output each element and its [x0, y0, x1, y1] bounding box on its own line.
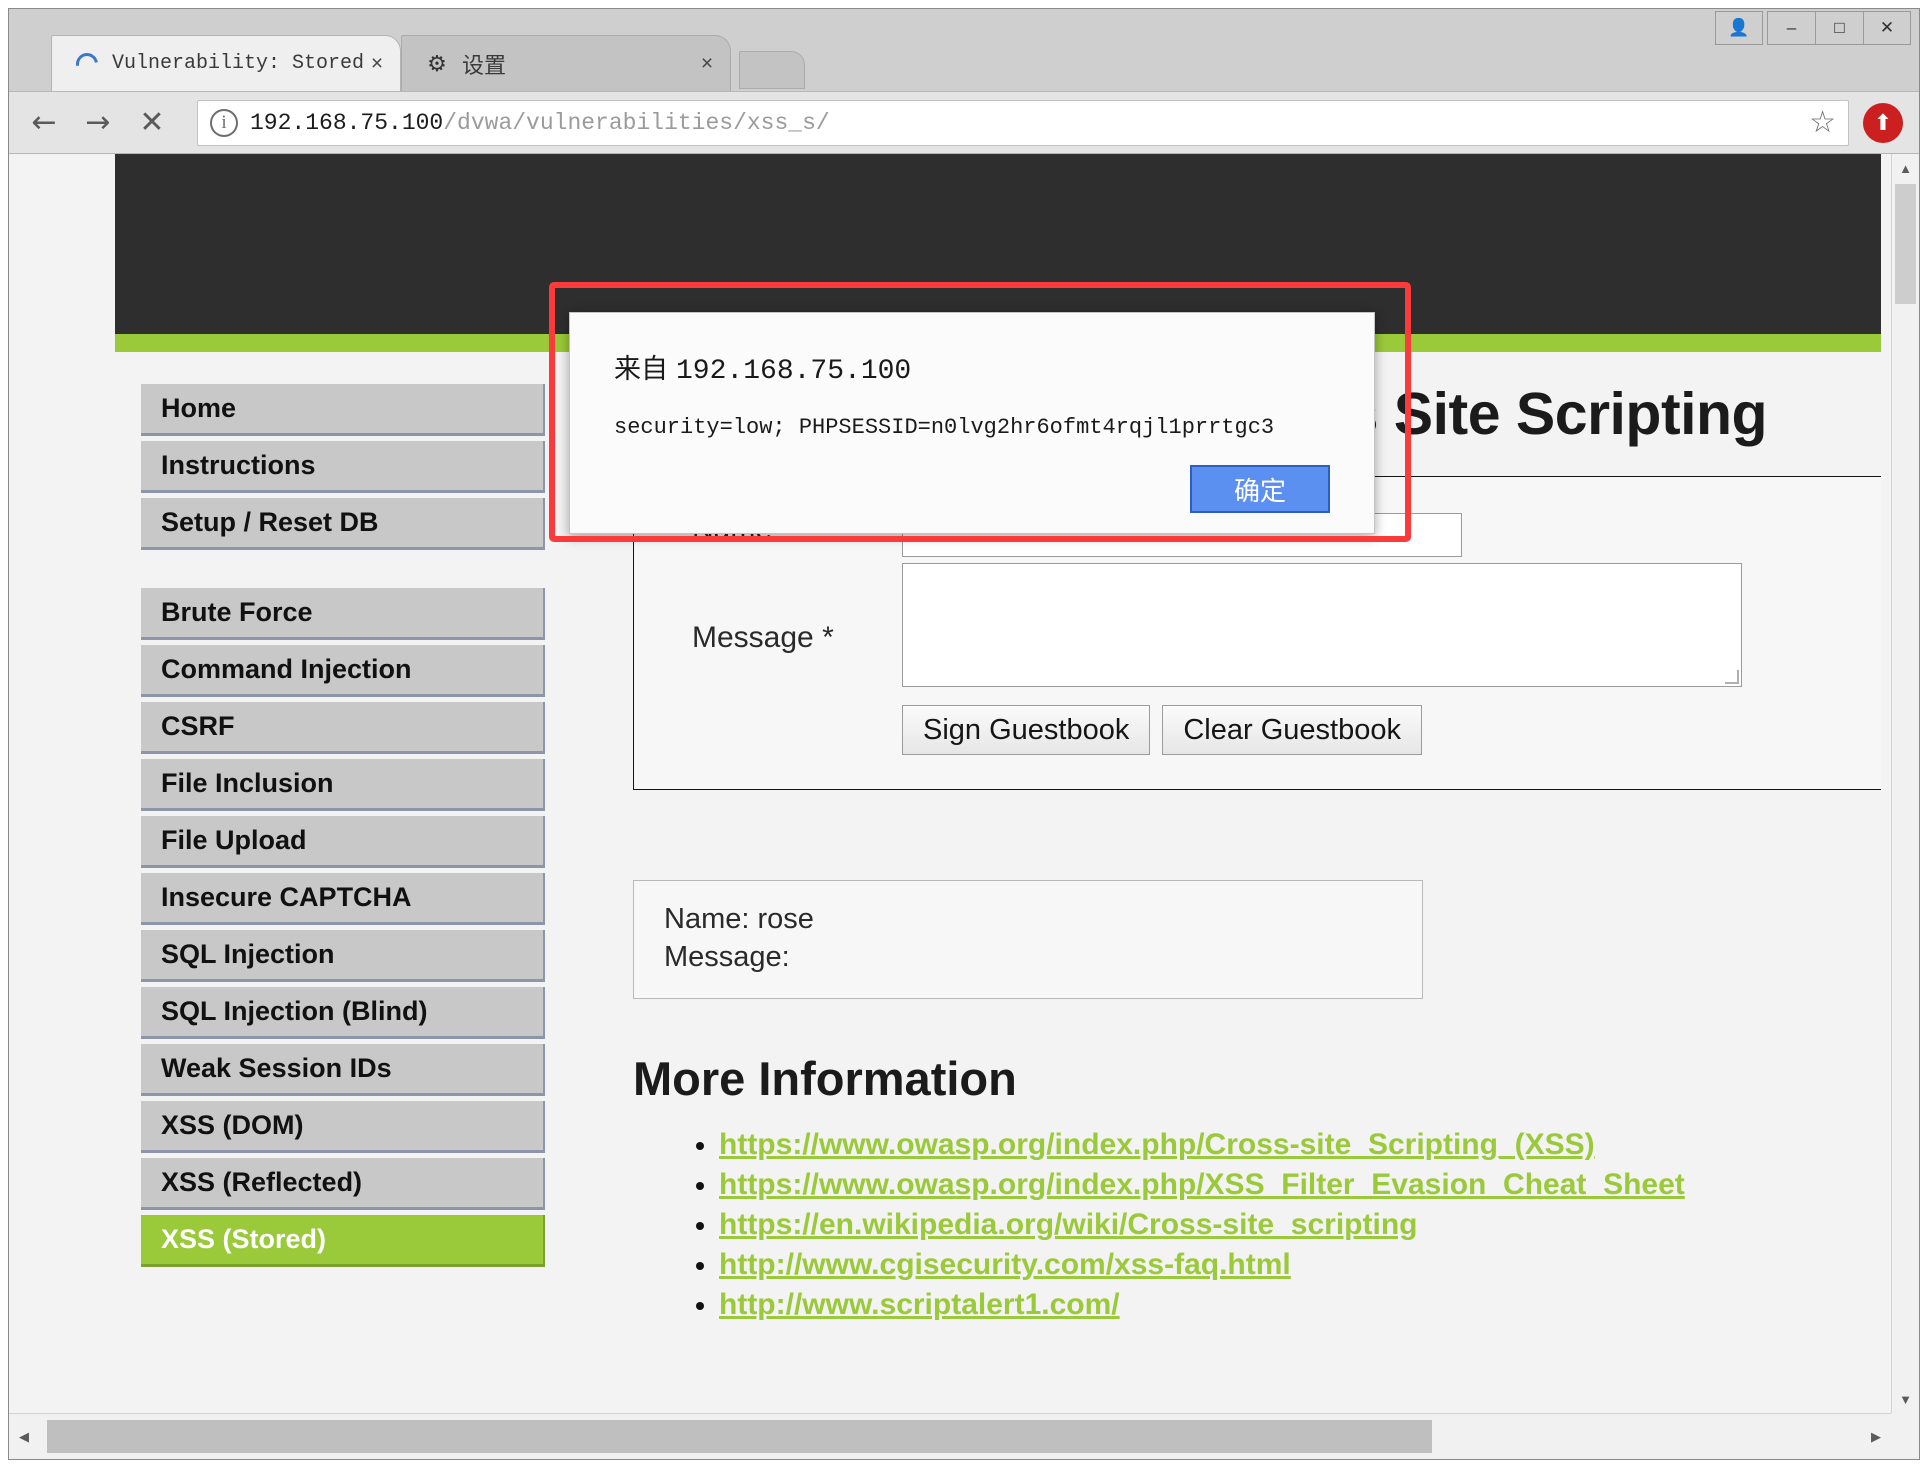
sidebar-item-xss-stored[interactable]: XSS (Stored)	[141, 1215, 545, 1267]
profile-icon[interactable]: 👤	[1715, 11, 1763, 45]
list-item: https://en.wikipedia.org/wiki/Cross-site…	[719, 1208, 1875, 1242]
minimize-icon[interactable]: –	[1767, 11, 1815, 45]
site-header-banner	[115, 154, 1881, 334]
sidebar-item-label: CSRF	[161, 711, 235, 742]
sidebar-item-label: SQL Injection (Blind)	[161, 996, 428, 1027]
scroll-down-icon[interactable]: ▼	[1892, 1385, 1919, 1413]
sidebar-item-label: Insecure CAPTCHA	[161, 882, 412, 913]
tab-title: 设置	[462, 48, 694, 80]
dialog-origin-line: 来自 192.168.75.100	[614, 347, 1330, 387]
gear-icon: ⚙	[424, 51, 450, 77]
tab-strip: Vulnerability: Stored × ⚙ 设置 × 👤 – □ ✕	[9, 9, 1919, 91]
sidebar-group-general: Home Instructions Setup / Reset DB	[141, 384, 545, 550]
page-viewport: Home Instructions Setup / Reset DB	[9, 153, 1919, 1459]
close-icon[interactable]: ×	[694, 51, 720, 77]
guestbook-entry-message: Message:	[664, 939, 1396, 977]
upload-arrow-icon: ⬆	[1863, 103, 1903, 143]
new-tab-button[interactable]	[739, 51, 805, 89]
message-textarea[interactable]	[902, 563, 1742, 687]
info-link[interactable]: https://en.wikipedia.org/wiki/Cross-site…	[719, 1208, 1417, 1241]
vertical-scroll-thumb[interactable]	[1895, 184, 1916, 304]
sidebar-item-setup-reset-db[interactable]: Setup / Reset DB	[141, 498, 545, 550]
more-information-heading: More Information	[633, 1051, 1875, 1106]
message-label: Message *	[634, 563, 902, 655]
sidebar-item-label: XSS (DOM)	[161, 1110, 304, 1141]
list-item: http://www.cgisecurity.com/xss-faq.html	[719, 1248, 1875, 1282]
sidebar-item-label: XSS (Reflected)	[161, 1167, 362, 1198]
info-link[interactable]: http://www.scriptalert1.com/	[719, 1288, 1120, 1321]
maximize-icon[interactable]: □	[1815, 11, 1863, 45]
sidebar-item-xss-dom[interactable]: XSS (DOM)	[141, 1101, 545, 1153]
sidebar-item-label: Setup / Reset DB	[161, 507, 379, 538]
sidebar-item-insecure-captcha[interactable]: Insecure CAPTCHA	[141, 873, 545, 925]
sidebar-item-instructions[interactable]: Instructions	[141, 441, 545, 493]
guestbook-entry: Name: rose Message:	[633, 880, 1423, 999]
back-icon[interactable]: ←	[17, 96, 71, 150]
scroll-left-icon[interactable]: ◀	[9, 1429, 39, 1445]
dialog-origin-label: 来自	[614, 354, 668, 385]
sidebar-item-csrf[interactable]: CSRF	[141, 702, 545, 754]
sidebar-item-weak-session-ids[interactable]: Weak Session IDs	[141, 1044, 545, 1096]
list-item: http://www.scriptalert1.com/	[719, 1288, 1875, 1322]
site-info-icon[interactable]: i	[210, 109, 238, 137]
sidebar-item-label: Brute Force	[161, 597, 313, 628]
desktop: Vulnerability: Stored × ⚙ 设置 × 👤 – □ ✕	[0, 0, 1928, 1468]
dialog-origin-host: 192.168.75.100	[676, 356, 911, 387]
guestbook-entry-name: Name: rose	[664, 901, 1396, 939]
scroll-right-icon[interactable]: ▶	[1861, 1429, 1891, 1445]
sidebar-item-label: Home	[161, 393, 236, 424]
browser-tab-vulnerability[interactable]: Vulnerability: Stored ×	[51, 35, 401, 91]
scrollbar-corner	[1891, 1413, 1919, 1459]
more-information-links: https://www.owasp.org/index.php/Cross-si…	[633, 1128, 1875, 1322]
sidebar: Home Instructions Setup / Reset DB	[115, 384, 545, 1328]
url-host: 192.168.75.100	[250, 110, 443, 136]
dialog-message: security=low; PHPSESSID=n0lvg2hr6ofmt4rq…	[614, 415, 1330, 440]
forward-icon[interactable]: →	[71, 96, 125, 150]
sidebar-item-file-inclusion[interactable]: File Inclusion	[141, 759, 545, 811]
browser-window: Vulnerability: Stored × ⚙ 设置 × 👤 – □ ✕	[8, 8, 1920, 1460]
sidebar-item-label: Command Injection	[161, 654, 412, 685]
horizontal-scroll-thumb[interactable]	[47, 1420, 1432, 1453]
extension-button[interactable]: ⬆	[1855, 95, 1911, 151]
sidebar-item-label: Instructions	[161, 450, 316, 481]
window-controls: 👤 – □ ✕	[1715, 11, 1911, 45]
sidebar-item-file-upload[interactable]: File Upload	[141, 816, 545, 868]
sidebar-group-vulnerabilities: Brute Force Command Injection CSRF File …	[141, 588, 545, 1267]
browser-tab-settings[interactable]: ⚙ 设置 ×	[401, 35, 731, 91]
sidebar-item-xss-reflected[interactable]: XSS (Reflected)	[141, 1158, 545, 1210]
browser-toolbar: ← → ✕ i 192.168.75.100/dvwa/vulnerabilit…	[9, 91, 1919, 153]
stop-icon[interactable]: ✕	[125, 96, 179, 150]
close-icon[interactable]: ×	[364, 51, 390, 77]
sidebar-item-label: SQL Injection	[161, 939, 335, 970]
dialog-actions: 确定	[1190, 465, 1330, 513]
sidebar-item-brute-force[interactable]: Brute Force	[141, 588, 545, 640]
info-link[interactable]: https://www.owasp.org/index.php/XSS_Filt…	[719, 1168, 1685, 1201]
clear-guestbook-button[interactable]: Clear Guestbook	[1162, 705, 1422, 755]
close-window-icon[interactable]: ✕	[1863, 11, 1911, 45]
bookmark-star-icon[interactable]: ☆	[1809, 105, 1836, 140]
sidebar-item-sql-injection-blind[interactable]: SQL Injection (Blind)	[141, 987, 545, 1039]
loading-spinner-icon	[74, 51, 100, 77]
sidebar-item-label: XSS (Stored)	[161, 1224, 326, 1255]
sidebar-item-label: File Upload	[161, 825, 307, 856]
javascript-alert-dialog: 来自 192.168.75.100 security=low; PHPSESSID…	[569, 312, 1375, 534]
info-link[interactable]: http://www.cgisecurity.com/xss-faq.html	[719, 1248, 1291, 1281]
sidebar-item-sql-injection[interactable]: SQL Injection	[141, 930, 545, 982]
vertical-scrollbar[interactable]: ▲ ▼	[1891, 154, 1919, 1413]
horizontal-scrollbar[interactable]: ◀ ▶	[9, 1413, 1891, 1459]
list-item: https://www.owasp.org/index.php/XSS_Filt…	[719, 1168, 1875, 1202]
sign-guestbook-button[interactable]: Sign Guestbook	[902, 705, 1150, 755]
sidebar-item-label: File Inclusion	[161, 768, 334, 799]
sidebar-item-command-injection[interactable]: Command Injection	[141, 645, 545, 697]
list-item: https://www.owasp.org/index.php/Cross-si…	[719, 1128, 1875, 1162]
message-row: Message * Sign Guestbook Clear Guestbook	[634, 563, 1881, 755]
url-path: /dvwa/vulnerabilities/xss_s/	[443, 110, 829, 136]
scroll-up-icon[interactable]: ▲	[1892, 154, 1919, 182]
info-link[interactable]: https://www.owasp.org/index.php/Cross-si…	[719, 1128, 1595, 1161]
sidebar-item-label: Weak Session IDs	[161, 1053, 392, 1084]
dialog-ok-button[interactable]: 确定	[1190, 465, 1330, 513]
sidebar-item-home[interactable]: Home	[141, 384, 545, 436]
tab-title: Vulnerability: Stored	[112, 52, 364, 75]
address-bar[interactable]: i 192.168.75.100/dvwa/vulnerabilities/xs…	[197, 100, 1849, 146]
